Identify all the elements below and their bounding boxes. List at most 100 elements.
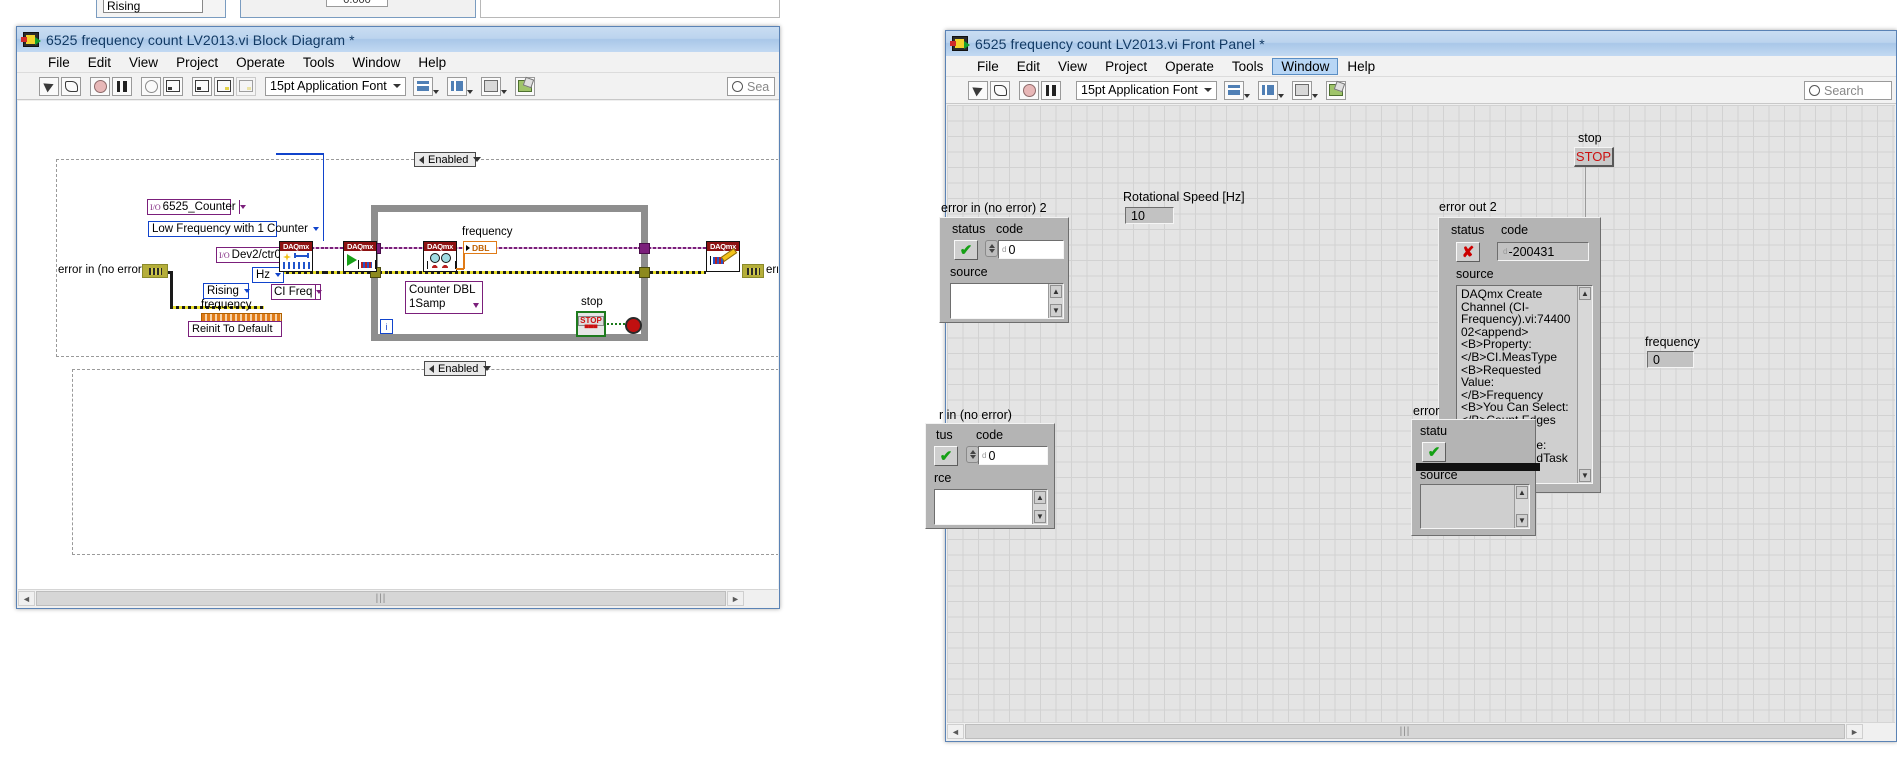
frequency-indicator-terminal[interactable]: DBL (463, 241, 497, 254)
menu-view[interactable]: View (120, 54, 167, 71)
enabled-tab-bottom[interactable]: Enabled (424, 361, 492, 376)
background-window-right[interactable]: DBL Data (sec) (480, 0, 780, 18)
scroll-down-arrow-icon[interactable]: ▼ (1516, 514, 1528, 527)
menu-help[interactable]: Help (1338, 58, 1384, 75)
background-numeric-0000[interactable]: 0.000 (326, 0, 388, 7)
ci-freq-ring[interactable]: CI Freq (271, 284, 323, 300)
error-in-2-code-spinner[interactable] (985, 240, 998, 257)
enabled-tab-top[interactable]: Enabled (414, 152, 482, 167)
scroll-down-arrow-icon[interactable]: ▼ (1579, 469, 1591, 482)
error-out-2-code-field[interactable]: d -200431 (1497, 242, 1589, 261)
spinner-down-icon[interactable] (969, 455, 976, 459)
chevron-down-icon[interactable] (275, 273, 282, 277)
hscroll-thumb[interactable]: ||| (965, 724, 1845, 739)
menu-tools[interactable]: Tools (294, 54, 344, 71)
step-into-button[interactable] (192, 76, 212, 96)
error-out-2-status-button[interactable]: ✘ (1456, 242, 1480, 262)
front-panel-canvas[interactable]: stop STOP Rotational Speed [Hz] 10 frequ… (925, 105, 1895, 722)
scroll-up-arrow-icon[interactable]: ▲ (1516, 486, 1528, 499)
chevron-down-icon[interactable] (473, 303, 479, 308)
chevron-down-icon[interactable] (315, 285, 323, 299)
font-selector[interactable]: 15pt Application Font (1076, 80, 1217, 100)
distribute-objects-button[interactable] (1257, 80, 1284, 100)
step-over-button[interactable] (214, 76, 234, 96)
menu-file[interactable]: File (39, 54, 79, 71)
front-panel-toolbar[interactable]: 15pt Application Font Search (946, 77, 1896, 104)
distribute-objects-button[interactable] (446, 76, 473, 96)
reinit-to-default-node[interactable]: Reinit To Default (188, 321, 282, 337)
error-in-partial-cluster[interactable]: tus code ✔ d 0 rce ▲ ▼ (925, 423, 1055, 529)
chevron-down-icon[interactable] (238, 200, 246, 214)
clean-up-diagram-button[interactable] (514, 76, 535, 96)
resize-objects-button[interactable] (480, 76, 507, 96)
step-out-button[interactable] (236, 76, 256, 96)
error-out-2-source-scrollbar[interactable]: ▲ ▼ (1577, 286, 1592, 483)
retain-wire-values-button[interactable] (163, 76, 183, 96)
font-selector[interactable]: 15pt Application Font (265, 76, 406, 96)
align-objects-button[interactable] (1223, 80, 1250, 100)
front-panel-titlebar[interactable]: 6525 frequency count LV2013.vi Front Pan… (946, 31, 1896, 56)
run-continuously-button[interactable] (990, 80, 1010, 100)
scroll-right-arrow-icon[interactable]: ► (727, 591, 744, 606)
menu-edit[interactable]: Edit (79, 54, 120, 71)
diagram-disable-structure-bottom[interactable] (72, 369, 778, 555)
device-channel-ring[interactable]: I/O Dev2/ctr0 (216, 247, 291, 263)
rotational-speed-indicator[interactable]: 10 (1125, 207, 1174, 224)
menu-edit[interactable]: Edit (1008, 58, 1049, 75)
front-panel-hscrollbar[interactable]: ◄ ||| ► (947, 722, 1895, 740)
spinner-down-icon[interactable] (988, 249, 995, 253)
stop-control-terminal[interactable]: STOP ▀▀▀ (576, 311, 606, 337)
scroll-left-arrow-icon[interactable]: ◄ (947, 724, 964, 739)
stop-button[interactable]: STOP (1574, 147, 1614, 167)
error-out-terminal[interactable] (742, 264, 764, 278)
menu-operate[interactable]: Operate (1156, 58, 1223, 75)
error-in-partial-code-field[interactable]: d 0 (978, 446, 1048, 465)
counter-io-ring[interactable]: I/O 6525_Counter (147, 199, 246, 215)
scroll-left-arrow-icon[interactable]: ◄ (18, 591, 35, 606)
block-diagram-hscrollbar[interactable]: ◄ ||| ► (18, 589, 778, 607)
daqmx-create-channel[interactable]: DAQmx (279, 241, 313, 272)
resize-objects-button[interactable] (1291, 80, 1318, 100)
background-window-left[interactable]: Edge Rising (96, 0, 226, 18)
menu-project[interactable]: Project (167, 54, 227, 71)
daqmx-clear-task[interactable]: DAQmx (706, 241, 740, 272)
error-in-2-status-button[interactable]: ✔ (954, 240, 978, 260)
run-button[interactable] (39, 76, 59, 96)
align-objects-button[interactable] (412, 76, 439, 96)
scroll-up-arrow-icon[interactable]: ▲ (1050, 285, 1062, 298)
error-in-partial-status-button[interactable]: ✔ (934, 446, 958, 466)
frequency-indicator[interactable]: 0 (1647, 351, 1694, 368)
hscroll-thumb[interactable]: ||| (36, 591, 726, 606)
error-in-partial-source-scrollbar[interactable]: ▲ ▼ (1032, 490, 1047, 524)
menu-window[interactable]: Window (343, 54, 409, 71)
run-button[interactable] (968, 80, 988, 100)
loop-conditional-terminal[interactable] (625, 317, 642, 334)
search-box[interactable]: Search (1804, 81, 1892, 100)
spinner-up-icon[interactable] (969, 450, 976, 454)
front-panel-menubar[interactable]: File Edit View Project Operate Tools Win… (946, 56, 1896, 77)
scroll-up-arrow-icon[interactable]: ▲ (1034, 491, 1046, 504)
front-panel-window[interactable]: 6525 frequency count LV2013.vi Front Pan… (925, 30, 1897, 742)
read-type-ring[interactable]: Counter DBL 1Samp (405, 281, 483, 314)
spinner-up-icon[interactable] (988, 244, 995, 248)
scroll-up-arrow-icon[interactable]: ▲ (1579, 287, 1591, 300)
error-in-2-source-scrollbar[interactable]: ▲ ▼ (1048, 284, 1063, 318)
menu-help[interactable]: Help (409, 54, 455, 71)
background-window-middle[interactable]: 0.000 (240, 0, 476, 18)
measurement-type-ring[interactable]: Low Frequency with 1 Counter (148, 221, 319, 237)
abort-button[interactable] (1019, 80, 1039, 100)
scroll-down-arrow-icon[interactable]: ▼ (1050, 304, 1062, 317)
block-diagram-menubar[interactable]: File Edit View Project Operate Tools Win… (17, 52, 779, 73)
daqmx-read[interactable]: DAQmx (423, 241, 457, 272)
chevron-down-icon[interactable] (312, 227, 319, 231)
error-in-partial-source-box[interactable]: ▲ ▼ (934, 489, 1048, 525)
scroll-right-arrow-icon[interactable]: ► (1846, 724, 1863, 739)
error-in-2-code-field[interactable]: d 0 (998, 240, 1064, 259)
run-continuously-button[interactable] (61, 76, 81, 96)
menu-view[interactable]: View (1049, 58, 1096, 75)
menu-file[interactable]: File (968, 58, 1008, 75)
edge-ring[interactable]: Rising (203, 283, 250, 299)
menu-window[interactable]: Window (1272, 57, 1339, 75)
error-in-terminal[interactable] (142, 264, 168, 278)
error-out-partial-cluster[interactable]: statu ✔ source ▲ ▼ (1411, 419, 1540, 536)
